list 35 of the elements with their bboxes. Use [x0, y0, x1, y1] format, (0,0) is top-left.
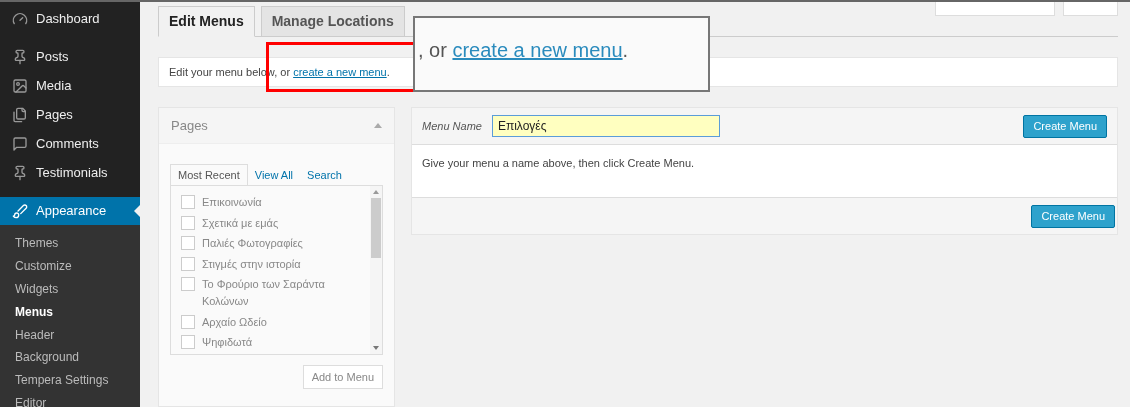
scrollbar-thumb[interactable]: [371, 198, 381, 258]
sidebar-item[interactable]: Testimonials: [0, 158, 140, 187]
menu-name-field[interactable]: Επιλογές: [491, 115, 720, 137]
sidebar-item[interactable]: Dashboard: [0, 4, 140, 33]
sidebar-item[interactable]: Posts: [0, 42, 140, 71]
scroll-down-icon[interactable]: [373, 346, 379, 350]
scroll-up-icon[interactable]: [373, 190, 379, 194]
submenu-item[interactable]: Editor: [0, 391, 140, 407]
create-menu-link[interactable]: create a new menu: [293, 65, 387, 78]
tab[interactable]: Edit Menus: [158, 5, 255, 37]
pointer-icon: [134, 205, 140, 217]
sidebar-item[interactable]: Comments: [0, 129, 140, 158]
pin-icon: [12, 48, 28, 65]
magnified-text: , or create a new menu.: [418, 38, 629, 63]
tab[interactable]: Manage Locations: [260, 5, 405, 37]
submenu-item[interactable]: Background: [0, 346, 140, 369]
gauge-icon: [12, 10, 28, 27]
create-menu-link[interactable]: create a new menu: [452, 39, 623, 61]
speech-bubble-icon: [12, 135, 28, 152]
brush-icon: [12, 203, 28, 219]
sidebar-item[interactable]: Pages: [0, 100, 140, 129]
submenu-item[interactable]: Themes: [0, 232, 140, 255]
panel-title: Pages: [171, 116, 208, 135]
photo-icon: [12, 77, 28, 94]
hint-text: Give your menu a name above, then click Create Menu.: [422, 157, 695, 169]
pages-icon: [12, 106, 28, 123]
submenu-item[interactable]: Tempera Settings: [0, 368, 140, 392]
pin-icon: [12, 164, 28, 181]
submenu-item[interactable]: Customize: [0, 254, 140, 278]
submenu-item[interactable]: Header: [0, 323, 140, 346]
submenu-item[interactable]: Widgets: [0, 277, 140, 301]
menu-name-label: Menu Name: [422, 118, 482, 134]
submenu-item[interactable]: Menus: [0, 300, 140, 324]
sidebar-item[interactable]: Media: [0, 71, 140, 100]
sidebar-item[interactable]: Appearance: [0, 197, 140, 225]
